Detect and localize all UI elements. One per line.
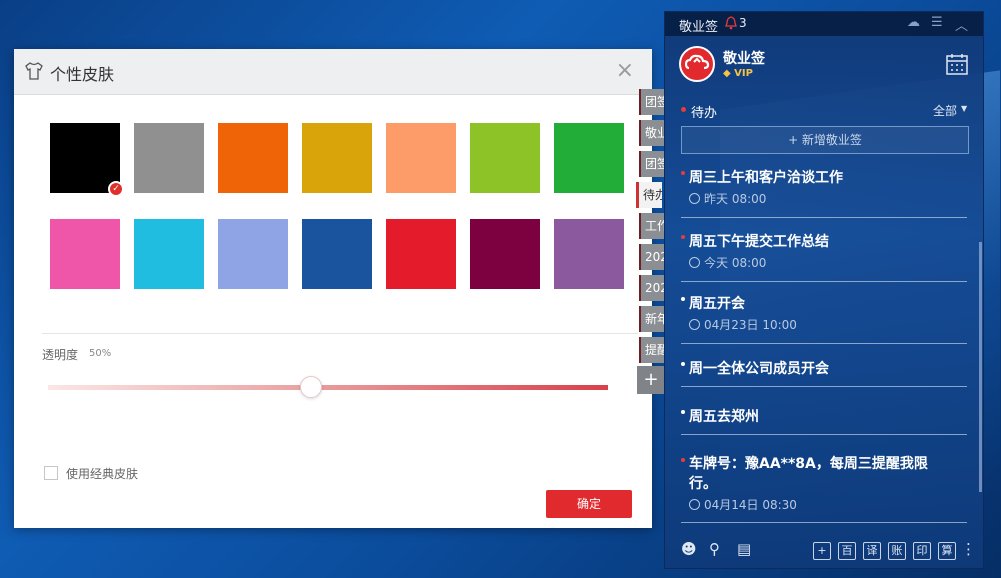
contacts-icon[interactable]: ☻ bbox=[681, 540, 697, 558]
item-dot bbox=[681, 171, 685, 175]
opacity-value: 50% bbox=[89, 348, 112, 359]
side-tab[interactable]: 202 bbox=[639, 275, 665, 301]
item-title: 周五下午提交工作总结 bbox=[689, 234, 829, 250]
notes-icon[interactable]: ▤ bbox=[737, 540, 751, 558]
item-title: 周一全体公司成员开会 bbox=[689, 361, 829, 377]
dialog-header: 个性皮肤 × bbox=[14, 49, 652, 95]
panel-bottombar: ☻ ⚲ ▤ + 百译账印算 ⋮ bbox=[665, 534, 983, 568]
side-tab[interactable]: 202 bbox=[639, 244, 665, 270]
color-swatch[interactable] bbox=[218, 219, 288, 289]
app-title: 敬业签 bbox=[679, 20, 719, 35]
side-tab[interactable]: 工作 bbox=[639, 213, 665, 239]
item-time: 昨天 08:00 bbox=[689, 190, 766, 207]
user-name: 敬业签 bbox=[723, 51, 765, 67]
item-time: 04月14日 08:30 bbox=[689, 496, 797, 513]
vip-label: VIP bbox=[734, 68, 753, 79]
classic-skin-label: 使用经典皮肤 bbox=[66, 467, 139, 481]
color-swatch[interactable] bbox=[470, 219, 540, 289]
new-note-button[interactable]: + 新增敬业签 bbox=[681, 126, 969, 154]
close-button[interactable]: × bbox=[616, 59, 634, 83]
add-category-button[interactable]: + bbox=[637, 366, 665, 394]
color-swatch[interactable] bbox=[134, 123, 204, 193]
item-title: 车牌号：豫AA**8A，每周三提醒我限行。 bbox=[689, 456, 928, 492]
toolbar-button[interactable]: 印 bbox=[913, 542, 931, 560]
color-swatch[interactable] bbox=[302, 123, 372, 193]
color-swatch[interactable] bbox=[554, 219, 624, 289]
item-divider bbox=[681, 522, 967, 523]
opacity-label: 透明度 bbox=[42, 348, 79, 362]
vip-badge: ◆ VIP bbox=[723, 68, 753, 79]
color-swatch[interactable] bbox=[470, 123, 540, 193]
clock-icon bbox=[689, 257, 700, 268]
avatar[interactable] bbox=[679, 46, 715, 82]
opacity-slider-handle[interactable] bbox=[300, 376, 322, 398]
color-swatch[interactable] bbox=[50, 219, 120, 289]
item-dot bbox=[681, 297, 685, 301]
toolbar-button[interactable]: 百 bbox=[838, 542, 856, 560]
more-icon[interactable]: ⋮ bbox=[961, 540, 976, 558]
bell-icon[interactable] bbox=[725, 16, 737, 30]
item-title: 周三上午和客户洽谈工作 bbox=[689, 170, 843, 186]
item-dot bbox=[681, 235, 685, 239]
classic-skin-checkbox[interactable] bbox=[44, 466, 58, 480]
search-icon[interactable]: ⚲ bbox=[709, 540, 720, 558]
item-divider bbox=[681, 343, 967, 344]
sticky-notes-panel: 敬业签 3 ☁ ☰ ︿ 敬业签 ◆ VIP 待办 全部 ▼ + 新增敬业签 周三… bbox=[664, 11, 984, 569]
section-title: 待办 bbox=[691, 106, 718, 121]
selected-check-icon: ✓ bbox=[108, 181, 124, 197]
item-divider bbox=[681, 217, 967, 218]
item-dot bbox=[681, 362, 685, 366]
clock-icon bbox=[689, 319, 700, 330]
color-swatch[interactable] bbox=[134, 219, 204, 289]
toolbar-button[interactable]: 译 bbox=[863, 542, 881, 560]
opacity-slider[interactable] bbox=[48, 385, 608, 390]
item-divider bbox=[681, 281, 967, 282]
confirm-button[interactable]: 确定 bbox=[546, 490, 632, 518]
skin-dialog: 个性皮肤 × ✓ 透明度 50% 使用经典皮肤 确定 bbox=[14, 49, 652, 528]
shirt-icon bbox=[25, 62, 43, 80]
cloud-logo-icon bbox=[684, 54, 710, 70]
toolbar-button[interactable]: 算 bbox=[938, 542, 956, 560]
color-swatch[interactable] bbox=[554, 123, 624, 193]
menu-icon[interactable]: ☰ bbox=[931, 15, 943, 30]
item-divider bbox=[681, 434, 967, 435]
side-tab[interactable]: 敬业 bbox=[639, 120, 665, 146]
color-swatch[interactable]: ✓ bbox=[50, 123, 124, 197]
scrollbar[interactable] bbox=[979, 242, 982, 492]
collapse-icon[interactable]: ︿ bbox=[955, 15, 968, 34]
divider bbox=[42, 333, 638, 334]
clock-icon bbox=[689, 193, 700, 204]
item-title: 周五去郑州 bbox=[689, 409, 759, 425]
item-dot bbox=[681, 410, 685, 414]
item-time: 今天 08:00 bbox=[689, 254, 766, 271]
color-swatch[interactable] bbox=[302, 219, 372, 289]
toolbar-button[interactable]: 账 bbox=[888, 542, 906, 560]
section-dot bbox=[681, 107, 686, 112]
side-tab[interactable]: 团签 bbox=[639, 151, 665, 177]
filter-dropdown[interactable]: 全部 bbox=[933, 102, 957, 119]
side-tab[interactable]: 新年 bbox=[639, 306, 665, 332]
item-dot bbox=[681, 458, 685, 462]
item-title: 周五开会 bbox=[689, 296, 745, 312]
notification-count: 3 bbox=[739, 16, 747, 30]
dialog-title: 个性皮肤 bbox=[50, 65, 115, 84]
toolbar-button[interactable]: + bbox=[813, 542, 831, 560]
cloud-sync-icon[interactable]: ☁ bbox=[907, 15, 920, 30]
item-divider bbox=[681, 386, 967, 387]
calendar-icon[interactable] bbox=[945, 52, 969, 76]
chevron-down-icon[interactable]: ▼ bbox=[961, 104, 967, 113]
color-swatch[interactable] bbox=[386, 123, 456, 193]
color-swatch[interactable] bbox=[218, 123, 288, 193]
side-tab[interactable]: 团签 bbox=[639, 89, 665, 115]
color-swatch[interactable] bbox=[386, 219, 456, 289]
side-tab[interactable]: 提醒 bbox=[639, 337, 665, 363]
clock-icon bbox=[689, 499, 700, 510]
side-tab[interactable]: 待办 bbox=[636, 182, 662, 208]
panel-topbar: 敬业签 3 ☁ ☰ ︿ bbox=[665, 12, 983, 36]
item-time: 04月23日 10:00 bbox=[689, 316, 797, 333]
